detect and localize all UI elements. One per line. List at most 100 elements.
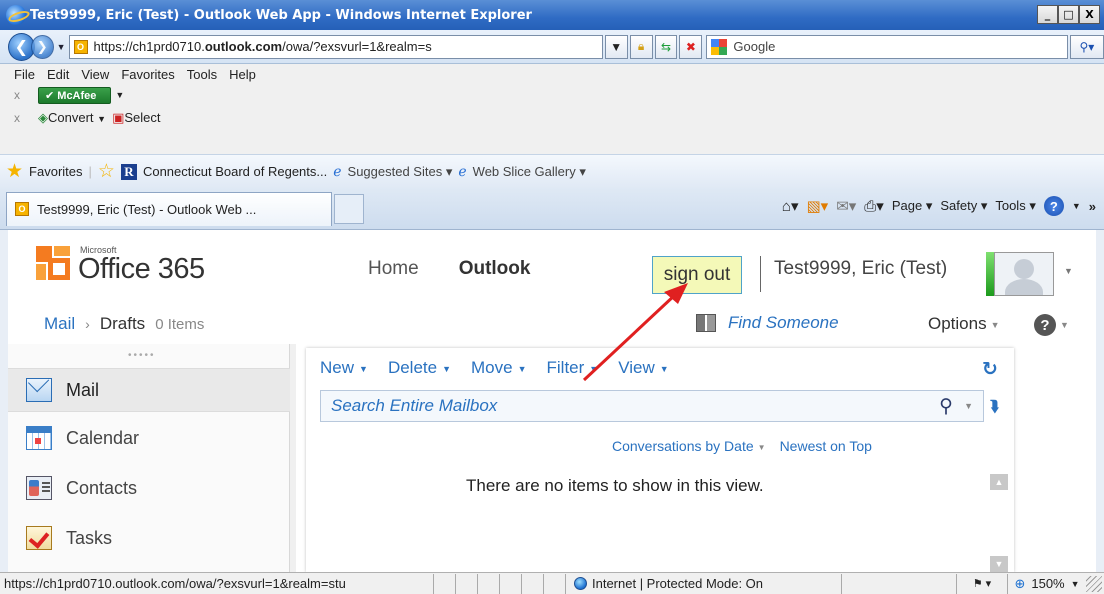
help-dropdown-icon[interactable]: ▼ [1072,201,1081,211]
office-logo-icon [36,246,74,284]
view-button[interactable]: View ▼ [618,358,668,378]
convert-button[interactable]: ◈Convert ▼ [38,110,106,126]
scroll-down-icon[interactable]: ▼ [990,556,1008,572]
menu-help[interactable]: Help [229,67,256,82]
favorites-button[interactable]: Favorites [29,164,82,179]
nav-item-contacts[interactable]: Contacts [8,466,290,510]
message-list-scrollbar[interactable]: ▲ ▼ [990,474,1010,572]
user-name[interactable]: Test9999, Eric (Test) [774,258,947,280]
breadcrumb-mail[interactable]: Mail [44,314,75,334]
nav-item-mail[interactable]: Mail [8,368,290,412]
read-mail-icon[interactable]: ✉▾ [836,197,856,215]
left-nav-scrollbar[interactable] [290,344,296,572]
stop-button[interactable]: ✖ [679,34,703,59]
status-bar: https://ch1prd0710.outlook.com/owa/?exsv… [0,572,1104,594]
web-slice-label: Web Slice Gallery [472,163,576,179]
add-favorite-icon[interactable]: ☆ [98,160,115,183]
nav-home[interactable]: Home [368,258,419,280]
zone-label: Internet | Protected Mode: On [592,576,764,591]
avatar[interactable] [994,252,1054,296]
menu-favorites[interactable]: Favorites [121,67,174,82]
delete-dropdown-icon: ▼ [442,363,451,374]
close-toolbar-icon[interactable]: x [14,88,20,102]
nav-item-calendar[interactable]: Calendar [8,416,290,460]
tools-menu[interactable]: Tools ▾ [995,198,1036,214]
owa-help-dropdown-icon: ▼ [1060,320,1069,330]
sort-by-label: Conversations by Date [612,438,754,454]
filter-button[interactable]: Filter ▼ [547,358,599,378]
sort-order-toggle[interactable]: Newest on Top [780,438,872,454]
minimize-button[interactable]: _ [1037,5,1058,24]
owa-help-menu[interactable]: ? ▼ [1034,314,1069,336]
close-button[interactable]: X [1079,5,1100,24]
help-icon[interactable]: ? [1043,196,1064,216]
chevron-more-icon[interactable]: » [1089,199,1096,214]
web-slice-gallery-link[interactable]: Web Slice Gallery ▾ [473,164,586,180]
history-dropdown-icon[interactable]: ▼ [57,42,66,52]
search-input[interactable]: Search Entire Mailbox ⚲ ▼ [320,390,984,422]
ie-logo-icon [6,5,26,25]
favorites-star-icon[interactable]: ★ [6,160,23,183]
page-menu[interactable]: Page ▾ [892,198,933,214]
globe-icon [574,577,587,590]
sort-by-dropdown-icon: ▼ [757,442,766,452]
address-dropdown-button[interactable]: ▼ [604,34,628,59]
favorite-link-regents[interactable]: Connecticut Board of Regents... [143,164,327,179]
lock-icon[interactable]: 🔒︎ [629,34,653,59]
zoom-control[interactable]: ⊕ 150% ▼ [1008,576,1086,592]
resize-grip-icon[interactable]: ••••• [128,350,156,361]
mcafee-button[interactable]: ✔ McAfee [38,86,112,104]
close-toolbar-icon[interactable]: x [14,111,20,125]
options-menu[interactable]: Options ▼ [928,314,1000,334]
top-nav: Home Outlook [368,258,530,280]
delete-button[interactable]: Delete ▼ [388,358,451,378]
menu-file[interactable]: File [14,67,35,82]
menu-view[interactable]: View [81,67,109,82]
new-button[interactable]: New ▼ [320,358,368,378]
menu-tools[interactable]: Tools [187,67,217,82]
new-label: New [320,358,355,377]
sign-out-button[interactable]: sign out [652,256,742,294]
select-button[interactable]: ▣Select [112,110,160,126]
office365-logo[interactable]: Microsoft Office 365 [36,246,205,284]
refresh-icon[interactable]: ↻ [982,358,998,381]
regents-icon: R [120,163,137,180]
tab-outlook[interactable]: O Test9999, Eric (Test) - Outlook Web ..… [6,191,332,226]
search-dropdown-icon[interactable]: ▼ [964,401,973,411]
item-count: 0 Items [155,316,205,333]
scroll-up-icon[interactable]: ▲ [990,474,1008,490]
mcafee-dropdown-icon[interactable]: ▼ [115,90,124,100]
expand-search-icon[interactable]: ⮯ [990,398,999,415]
user-menu-dropdown-icon[interactable]: ▼ [1064,266,1073,276]
calendar-icon [26,426,52,450]
menu-edit[interactable]: Edit [47,67,69,82]
find-someone-label: Find Someone [728,313,839,332]
suggested-sites-link[interactable]: Suggested Sites ▾ [348,164,453,180]
sort-by-dropdown[interactable]: Conversations by Date ▼ [612,438,766,454]
feeds-icon[interactable]: ▧▾ [806,197,828,215]
nav-item-tasks[interactable]: Tasks [8,516,290,560]
new-tab-button[interactable] [334,193,364,224]
window-title-bar: Test9999, Eric (Test) - Outlook Web App … [0,0,1104,30]
protected-mode-dropdown[interactable]: ⚑ ▾ [956,573,1008,594]
print-icon[interactable]: ⎙▾ [864,197,884,215]
home-icon[interactable]: ⌂▾ [782,197,799,215]
move-button[interactable]: Move ▼ [471,358,527,378]
zoom-dropdown-icon: ▼ [1070,578,1080,589]
find-someone[interactable]: Find Someone [696,313,839,333]
zoom-icon: ⊕ [1014,575,1026,591]
search-icon[interactable]: ⚲ [939,395,953,418]
resize-corner-icon[interactable] [1086,575,1102,592]
maximize-button[interactable]: □ [1058,5,1079,24]
security-zone[interactable]: Internet | Protected Mode: On [566,573,842,594]
refresh-page-button[interactable]: ⇆ [654,34,678,59]
nav-outlook[interactable]: Outlook [459,258,531,280]
safety-menu[interactable]: Safety ▾ [940,198,987,214]
search-engine-input[interactable]: Google [706,34,1068,59]
view-dropdown-icon: ▼ [659,363,669,374]
forward-button[interactable]: ❯ [30,34,54,59]
search-go-button[interactable]: ⚲▾ [1069,34,1104,59]
address-input[interactable]: O https://ch1prd0710. outlook.com/owa/?ex… [68,34,603,59]
view-label: View [618,358,655,377]
status-cell [522,573,544,594]
